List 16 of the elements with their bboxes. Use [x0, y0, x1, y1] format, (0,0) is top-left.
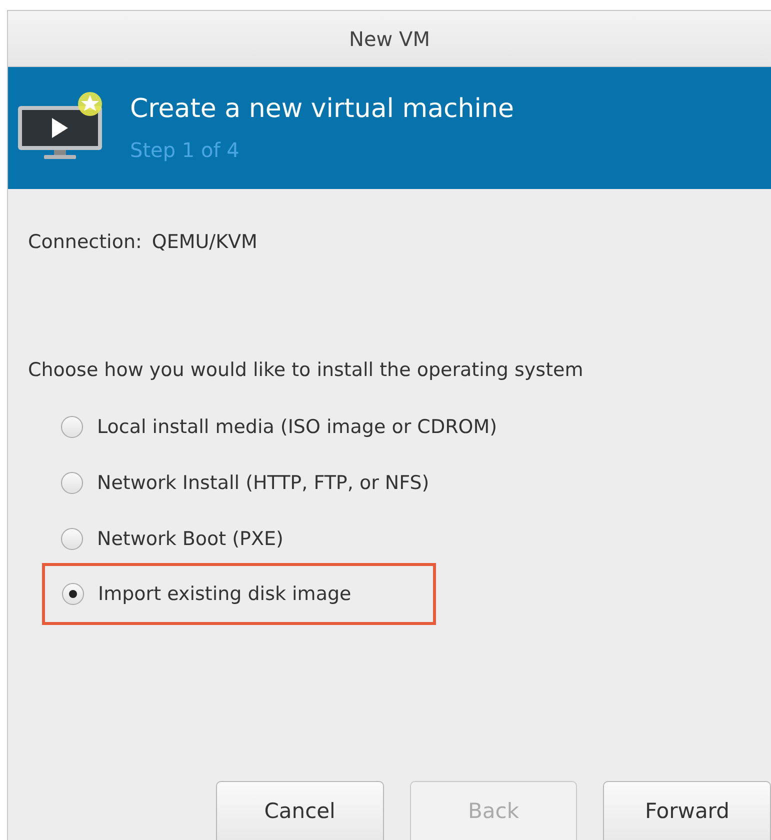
- banner-title: Create a new virtual machine: [130, 94, 514, 124]
- radio-button[interactable]: [61, 472, 83, 494]
- radio-button[interactable]: [61, 528, 83, 550]
- radio-button[interactable]: [62, 582, 84, 604]
- radio-button[interactable]: [61, 416, 83, 438]
- step-label: Step 1 of 4: [130, 138, 240, 162]
- radio-option[interactable]: Local install media (ISO image or CDROM): [44, 416, 498, 438]
- radio-option[interactable]: Import existing disk image: [45, 566, 352, 622]
- dialog-button[interactable]: Cancel: [216, 781, 384, 840]
- connection-value: QEMU/KVM: [152, 231, 258, 253]
- install-prompt: Choose how you would like to install the operating system: [28, 359, 584, 381]
- radio-option[interactable]: Network Install (HTTP, FTP, or NFS): [44, 472, 430, 494]
- window-title: New VM: [349, 26, 430, 50]
- connection-label: Connection:: [28, 231, 142, 253]
- dialog-button[interactable]: Forward: [603, 781, 771, 840]
- radio-option[interactable]: Network Boot (PXE): [44, 528, 284, 550]
